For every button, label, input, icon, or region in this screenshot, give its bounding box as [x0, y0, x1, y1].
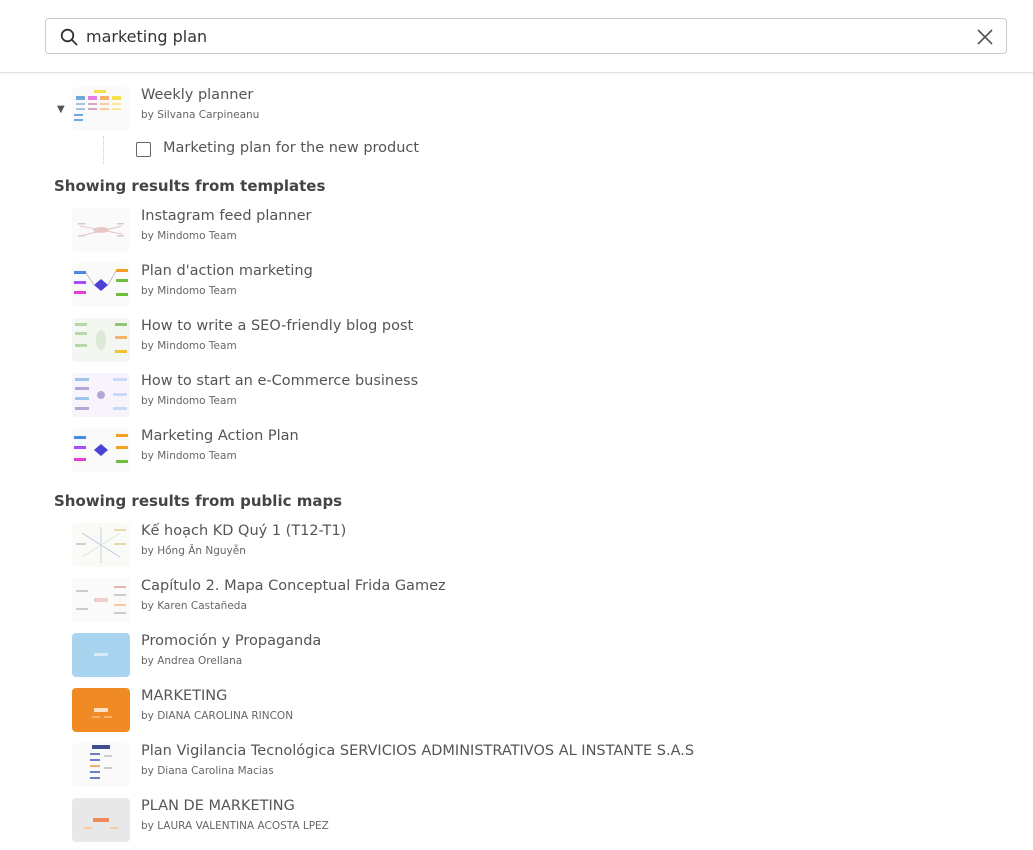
result-title[interactable]: PLAN DE MARKETING: [141, 798, 295, 814]
map-thumbnail: [72, 633, 130, 677]
result-author: by DIANA CAROLINA RINCON: [141, 710, 294, 722]
template-item[interactable]: Marketing Action Plan by Mindomo Team: [72, 428, 972, 474]
result-author: by Mindomo Team: [141, 395, 237, 407]
result-author: by Hồng Ân Nguyễn: [141, 545, 246, 557]
map-thumbnail: [72, 523, 130, 567]
public-maps-heading: Showing results from public maps: [54, 492, 343, 510]
result-author: by Mindomo Team: [141, 285, 237, 297]
sub-result-label[interactable]: Marketing plan for the new product: [163, 140, 419, 156]
template-item[interactable]: How to write a SEO-friendly blog post by…: [72, 318, 972, 364]
close-icon[interactable]: [976, 28, 994, 46]
sub-result-row[interactable]: Marketing plan for the new product: [136, 139, 536, 161]
result-author: by Mindomo Team: [141, 230, 237, 242]
public-map-item[interactable]: Promoción y Propaganda by Andrea Orellan…: [72, 633, 972, 679]
result-author: by Mindomo Team: [141, 450, 237, 462]
map-thumbnail: [72, 798, 130, 842]
map-thumbnail: [72, 578, 130, 622]
result-title[interactable]: How to start an e-Commerce business: [141, 373, 418, 389]
result-title[interactable]: How to write a SEO-friendly blog post: [141, 318, 413, 334]
result-title[interactable]: MARKETING: [141, 688, 227, 704]
expand-caret-icon[interactable]: ▼: [57, 104, 65, 115]
search-box[interactable]: [45, 18, 1007, 54]
tree-connector: [103, 136, 104, 164]
public-map-item[interactable]: PLAN DE MARKETING by LAURA VALENTINA ACO…: [72, 798, 972, 844]
result-author: by Silvana Carpineanu: [141, 109, 260, 121]
map-thumbnail: [72, 263, 130, 307]
map-thumbnail: [72, 373, 130, 417]
result-author: by LAURA VALENTINA ACOSTA LPEZ: [141, 820, 329, 832]
result-author: by Andrea Orellana: [141, 655, 243, 667]
public-map-item[interactable]: MARKETING by DIANA CAROLINA RINCON: [72, 688, 972, 734]
result-title[interactable]: Kế hoạch KD Quý 1 (T12-T1): [141, 523, 346, 539]
search-input[interactable]: [86, 23, 946, 50]
public-map-item[interactable]: Capítulo 2. Mapa Conceptual Frida Gamez …: [72, 578, 972, 624]
result-item-weekly-planner[interactable]: Weekly planner by Silvana Carpineanu: [72, 87, 972, 133]
result-author: by Mindomo Team: [141, 340, 237, 352]
template-item[interactable]: Instagram feed planner by Mindomo Team: [72, 208, 972, 254]
result-title[interactable]: Plan d'action marketing: [141, 263, 313, 279]
templates-heading: Showing results from templates: [54, 177, 326, 195]
select-checkbox[interactable]: [136, 142, 151, 157]
result-title[interactable]: Instagram feed planner: [141, 208, 312, 224]
result-title[interactable]: Weekly planner: [141, 87, 253, 103]
map-thumbnail: [72, 208, 130, 252]
result-title[interactable]: Marketing Action Plan: [141, 428, 299, 444]
template-item[interactable]: How to start an e-Commerce business by M…: [72, 373, 972, 419]
search-icon: [60, 28, 78, 46]
result-title[interactable]: Capítulo 2. Mapa Conceptual Frida Gamez: [141, 578, 446, 594]
public-map-item[interactable]: Plan Vigilancia Tecnológica SERVICIOS AD…: [72, 743, 972, 789]
public-map-item[interactable]: Kế hoạch KD Quý 1 (T12-T1) by Hồng Ân Ng…: [72, 523, 972, 569]
result-title[interactable]: Plan Vigilancia Tecnológica SERVICIOS AD…: [141, 743, 694, 759]
map-thumbnail: [72, 743, 130, 787]
result-title[interactable]: Promoción y Propaganda: [141, 633, 321, 649]
map-thumbnail: [72, 87, 130, 131]
map-thumbnail: [72, 688, 130, 732]
result-author: by Karen Castañeda: [141, 600, 247, 612]
template-item[interactable]: Plan d'action marketing by Mindomo Team: [72, 263, 972, 309]
map-thumbnail: [72, 428, 130, 472]
map-thumbnail: [72, 318, 130, 362]
result-author: by Diana Carolina Macias: [141, 765, 274, 777]
search-header: [0, 0, 1033, 73]
